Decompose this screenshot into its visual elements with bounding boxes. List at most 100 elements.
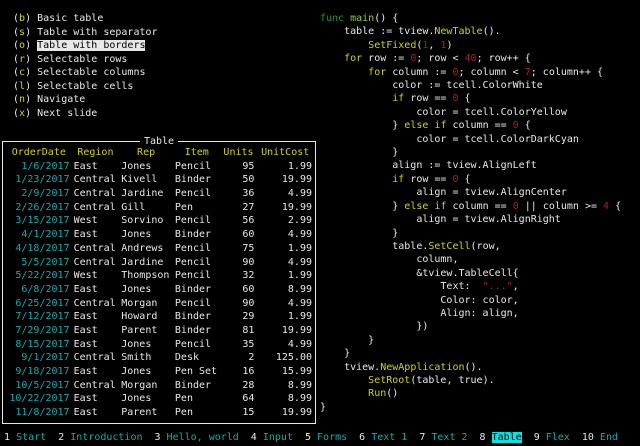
table-cell: 8.99 xyxy=(258,392,312,406)
code-line: } xyxy=(320,146,621,159)
table-cell: 19.99 xyxy=(258,324,312,338)
status-item-number: 7 xyxy=(419,432,425,443)
status-item-label: Input xyxy=(263,432,293,443)
table-cell: Jones xyxy=(121,392,171,406)
status-item-label: Table xyxy=(492,432,522,443)
status-item-number: 1 xyxy=(4,432,10,443)
status-item-introduction[interactable]: 2 Introduction xyxy=(58,432,142,443)
code-line: Align: align, xyxy=(320,307,621,320)
status-item-flex[interactable]: 9 Flex xyxy=(534,432,570,443)
status-item-label: Text 1 xyxy=(371,432,407,443)
table-row: 11/8/2017EastParentPen1519.99 xyxy=(8,406,312,420)
menu-item-label: Basic table xyxy=(37,13,103,24)
code-pane: func main() { table := tview.NewTable().… xyxy=(320,12,621,414)
table-row: 6/25/2017CentralMorganPencil904.99 xyxy=(8,297,312,311)
table-row: 2/26/2017CentralGillPen2719.99 xyxy=(8,201,312,215)
table-cell: 4/1/2017 xyxy=(8,228,70,242)
status-item-forms[interactable]: 5 Forms xyxy=(305,432,347,443)
table-cell: Central xyxy=(74,379,118,393)
table-cell: 8/15/2017 xyxy=(8,338,70,352)
status-item-text-1[interactable]: 6 Text 1 xyxy=(359,432,407,443)
menu-item-selectable-columns[interactable]: (c) Selectable columns xyxy=(13,66,158,80)
status-bar: 1 Start 2 Introduction 3 Hello, world 4 Inp… xyxy=(4,430,640,446)
table-cell: 75 xyxy=(223,242,255,256)
status-item-text-2[interactable]: 7 Text 2 xyxy=(419,432,467,443)
table-cell: 15.99 xyxy=(258,365,312,379)
status-item-input[interactable]: 4 Input xyxy=(251,432,293,443)
code-line: } else if column == 0 || column >= 4 { xyxy=(320,200,621,213)
orders-table-panel: Table OrderDateRegionRepItemUnitsUnitCos… xyxy=(2,141,316,424)
table-cell: Smith xyxy=(121,351,171,365)
table-row: 3/15/2017WestSorvinoPencil562.99 xyxy=(8,214,312,228)
menu-item-basic-table[interactable]: (b) Basic table xyxy=(13,12,158,26)
code-line: tview.NewApplication(). xyxy=(320,361,621,374)
menu-item-selectable-cells[interactable]: (l) Selectable cells xyxy=(13,80,158,94)
code-line: color := tcell.ColorWhite xyxy=(320,79,621,92)
table-cell: Pencil xyxy=(175,338,219,352)
column-header: UnitCost xyxy=(258,146,312,160)
code-line: table.SetCell(row, xyxy=(320,240,621,253)
table-row: 2/9/2017CentralJardinePencil364.99 xyxy=(8,187,312,201)
table-cell: 9/18/2017 xyxy=(8,365,70,379)
table-cell: 5/5/2017 xyxy=(8,256,70,270)
code-line: } xyxy=(320,347,621,360)
table-cell: 50 xyxy=(223,173,255,187)
table-cell: Sorvino xyxy=(121,214,171,228)
terminal-screen: (b) Basic table(s) Table with separator(… xyxy=(0,0,640,446)
table-cell: 90 xyxy=(223,256,255,270)
table-cell: East xyxy=(74,338,118,352)
menu-item-table-with-separator[interactable]: (s) Table with separator xyxy=(13,26,158,40)
status-item-label: Hello, world xyxy=(167,432,239,443)
menu-item-table-with-borders[interactable]: (o) Table with borders xyxy=(13,39,158,53)
table-cell: 5/22/2017 xyxy=(8,269,70,283)
table-row: 9/1/2017CentralSmithDesk2125.00 xyxy=(8,351,312,365)
code-line: func main() { xyxy=(320,12,621,25)
table-cell: Andrews xyxy=(121,242,171,256)
table-cell: 8.99 xyxy=(258,379,312,393)
table-cell: 60 xyxy=(223,283,255,297)
menu-item-paren: ) xyxy=(25,94,37,105)
column-header: OrderDate xyxy=(8,146,70,160)
code-line: } xyxy=(320,227,621,240)
code-line: if row == 0 { xyxy=(320,173,621,186)
column-header: Region xyxy=(74,146,118,160)
table-cell: 19.99 xyxy=(258,201,312,215)
menu-item-label: Next slide xyxy=(37,108,97,119)
table-cell: 36 xyxy=(223,187,255,201)
table-row: 4/1/2017EastJonesBinder604.99 xyxy=(8,228,312,242)
menu-item-navigate[interactable]: (n) Navigate xyxy=(13,93,158,107)
table-cell: 4.99 xyxy=(258,187,312,201)
table-cell: Pencil xyxy=(175,297,219,311)
table-cell: 4.99 xyxy=(258,256,312,270)
table-cell: 10/22/2017 xyxy=(8,392,70,406)
table-row: 7/12/2017EastHowardBinder291.99 xyxy=(8,310,312,324)
table-cell: Jones xyxy=(121,338,171,352)
menu-item-next-slide[interactable]: (x) Next slide xyxy=(13,107,158,121)
table-cell: 1/6/2017 xyxy=(8,160,70,174)
code-line: for row := 0; row < 40; row++ { xyxy=(320,52,621,65)
code-line: Color: color, xyxy=(320,294,621,307)
table-cell: Pencil xyxy=(175,256,219,270)
table-cell: Desk xyxy=(175,351,219,365)
menu-item-selectable-rows[interactable]: (r) Selectable rows xyxy=(13,53,158,67)
status-item-hello-world[interactable]: 3 Hello, world xyxy=(154,432,238,443)
table-cell: 19.99 xyxy=(258,406,312,420)
table-cell: 4.99 xyxy=(258,228,312,242)
status-item-number: 8 xyxy=(480,432,486,443)
table-row: 1/23/2017CentralKivellBinder5019.99 xyxy=(8,173,312,187)
status-item-table[interactable]: 8 Table xyxy=(480,432,522,443)
status-item-end[interactable]: 10 End xyxy=(582,432,618,443)
table-cell: 19.99 xyxy=(258,173,312,187)
table-cell: Binder xyxy=(175,379,219,393)
menu-item-paren: ) xyxy=(25,67,37,78)
status-item-start[interactable]: 1 Start xyxy=(4,432,46,443)
status-item-number: 4 xyxy=(251,432,257,443)
column-header: Units xyxy=(223,146,255,160)
table-cell: 4/18/2017 xyxy=(8,242,70,256)
table-row: 8/15/2017EastJonesPencil354.99 xyxy=(8,338,312,352)
code-line: table := tview.NewTable(). xyxy=(320,25,621,38)
table-cell: 6/25/2017 xyxy=(8,297,70,311)
table-cell: Jones xyxy=(121,283,171,297)
code-line: &tview.TableCell{ xyxy=(320,267,621,280)
table-cell: 1.99 xyxy=(258,242,312,256)
